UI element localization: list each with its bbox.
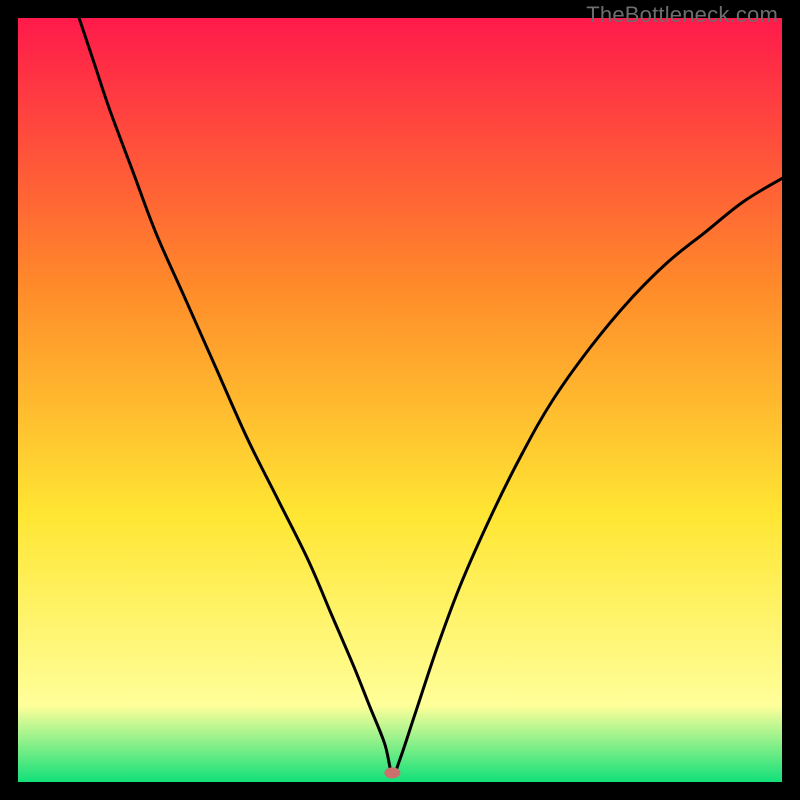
plot-frame	[18, 18, 782, 782]
gradient-background	[18, 18, 782, 782]
min-marker	[384, 767, 400, 778]
watermark-text: TheBottleneck.com	[586, 2, 778, 28]
bottleneck-chart	[18, 18, 782, 782]
